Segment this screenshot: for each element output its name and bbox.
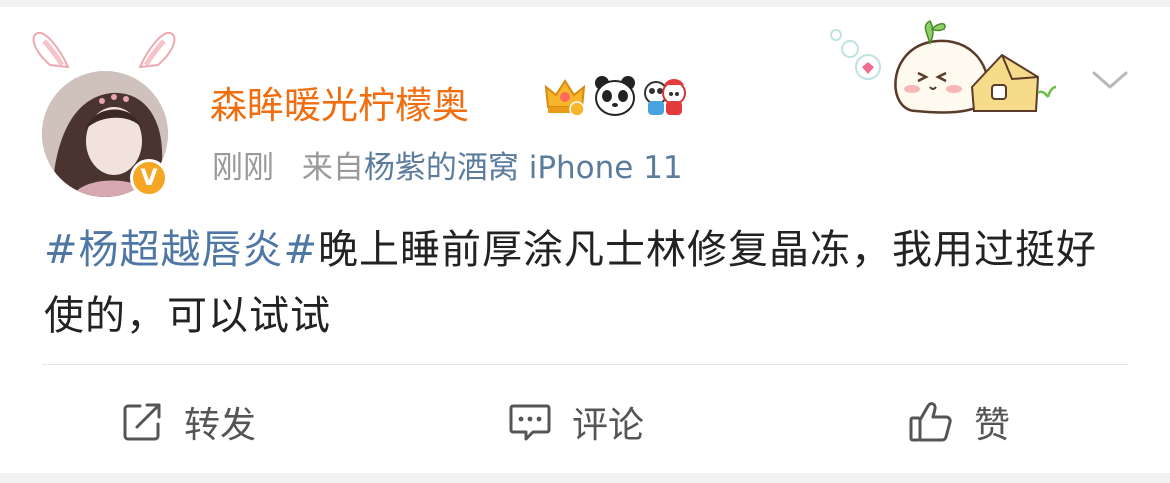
hashtag-link[interactable]: #杨超越唇炎# (44, 227, 318, 273)
post-content: #杨超越唇炎#晚上睡前厚涂凡士林修复晶冻，我用过挺好使的，可以试试 (44, 217, 1104, 349)
comment-icon (509, 404, 551, 441)
divider (42, 364, 1128, 365)
post-meta: 刚刚 来自杨紫的酒窝 iPhone 11 (212, 142, 683, 187)
like-label: 赞 (974, 405, 1011, 446)
repost-icon (123, 403, 161, 441)
comment-label: 评论 (572, 405, 645, 446)
weibo-post-card: V 森眸暖光柠檬奥 刚刚 来自杨紫的酒窝 iPhone 11 #杨超越唇炎#晚上… (0, 7, 1170, 473)
chevron-down-icon[interactable] (1090, 69, 1130, 93)
username[interactable]: 森眸暖光柠檬奥 (210, 75, 469, 129)
crown-badge-icon[interactable] (542, 73, 588, 119)
cute-bun-sticker-icon (830, 19, 1057, 114)
repost-button[interactable]: 转发 (122, 392, 256, 452)
repost-label: 转发 (184, 405, 257, 446)
avatar-container[interactable]: V (28, 27, 180, 197)
comment-button[interactable]: 评论 (508, 392, 644, 452)
user-badges (542, 73, 688, 123)
post-time: 刚刚 (212, 150, 274, 186)
verified-badge-icon: V (130, 159, 168, 197)
panda-mascot-icon[interactable] (642, 73, 688, 119)
source-link[interactable]: 杨紫的酒窝 iPhone 11 (364, 150, 683, 186)
like-button[interactable]: 赞 (908, 392, 1010, 452)
source-prefix: 来自 (301, 150, 364, 186)
thumbs-up-icon (909, 402, 952, 442)
panda-icon[interactable] (592, 73, 638, 119)
